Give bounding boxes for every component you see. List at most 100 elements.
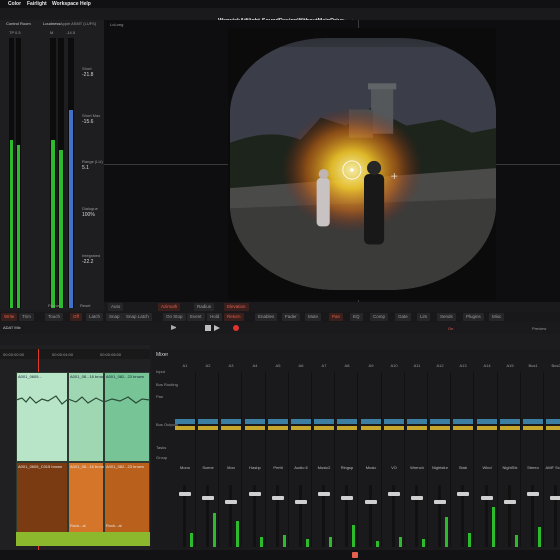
mode-pan[interactable]: Pan [329,313,344,321]
mode-hold[interactable]: Hold [207,313,223,321]
fader-knob[interactable] [249,492,261,496]
play-icon[interactable] [214,325,220,331]
menu-color[interactable]: Color [8,1,21,7]
waveform-top [16,395,150,405]
fader-knob[interactable] [388,492,400,496]
mode-event[interactable]: Event [187,313,205,321]
loudness-mode[interactable]: Apple ASMT (LUFS) [60,21,96,26]
mode-off[interactable]: Off [70,313,82,321]
tp-value: 0.5 [15,30,21,35]
bus-tag[interactable] [384,426,404,430]
bus-tag[interactable] [523,426,543,430]
clip-top-2[interactable]: A001_08...16 brown [68,372,106,462]
mode-fader[interactable]: Fader [282,313,300,321]
record-icon[interactable] [233,325,239,331]
fader-knob[interactable] [272,496,284,500]
fader-knob[interactable] [179,492,191,496]
fairlight-page-icon[interactable] [352,552,358,558]
track-select[interactable]: ADAT Mix [3,325,21,330]
bus-tag[interactable] [407,426,427,430]
rewind-icon[interactable] [171,325,176,330]
bus-output-slot[interactable] [384,419,404,424]
mode-misc[interactable]: Misc [489,313,505,321]
bus-tag[interactable] [430,426,450,430]
fader-knob[interactable] [341,496,353,500]
bus-tag[interactable] [453,426,473,430]
panner-view[interactable] [228,28,496,300]
fader-knob[interactable] [318,492,330,496]
bus-output-slot[interactable] [268,419,288,424]
bus-output-slot[interactable] [430,419,450,424]
preview-button[interactable]: Preview [532,326,546,331]
bus-output-slot[interactable] [291,419,311,424]
bus-tag[interactable] [337,426,357,430]
fader-track [229,485,232,547]
mode-plugins[interactable]: Plugins [463,313,484,321]
bus-output-slot[interactable] [361,419,381,424]
fader-knob[interactable] [411,496,423,500]
clip-top-3[interactable]: A001_082...23 brown [104,372,150,462]
mode-sends[interactable]: Sends [437,313,456,321]
bus-output-slot[interactable] [546,419,560,424]
bus-tag[interactable] [291,426,311,430]
menu-help[interactable]: Help [80,1,91,7]
bus-output-slot[interactable] [314,419,334,424]
on-toggle[interactable]: On [448,326,453,331]
clip-top-1[interactable]: A001_0605... [16,372,68,462]
fader-knob[interactable] [504,500,516,504]
mode-latch[interactable]: Latch [86,313,104,321]
fader-knob[interactable] [295,500,307,504]
bus-output-slot[interactable] [221,419,241,424]
mode-enables[interactable]: Enables [255,313,278,321]
bus-output-slot[interactable] [337,419,357,424]
bus-tag[interactable] [268,426,288,430]
bus-tag[interactable] [175,426,195,430]
bus-tag[interactable] [361,426,381,430]
bus-tag[interactable] [221,426,241,430]
stop-icon[interactable] [205,325,211,331]
mode-return[interactable]: Return [224,313,244,321]
pause-button[interactable]: Pause [48,303,59,308]
tab-auto[interactable]: Auto [108,303,124,311]
mode-mute[interactable]: Mute [305,313,322,321]
mode-comp[interactable]: Comp [370,313,389,321]
fader-knob[interactable] [481,496,493,500]
fader-knob[interactable] [434,500,446,504]
tab-azimuth[interactable]: Azimuth [158,303,181,311]
mode-write[interactable]: Write [1,313,18,321]
bus-output-slot[interactable] [453,419,473,424]
bus-output-slot[interactable] [245,419,265,424]
bus-tag[interactable] [314,426,334,430]
bus-output-slot[interactable] [523,419,543,424]
menu-fairlight[interactable]: Fairlight [27,1,47,7]
tab-radius[interactable]: Radius [194,303,215,311]
fader-knob[interactable] [365,500,377,504]
bus-tag[interactable] [198,426,218,430]
fader-knob[interactable] [550,496,560,500]
mode-eq[interactable]: EQ [350,313,363,321]
bus-output-slot[interactable] [477,419,497,424]
bus-tag[interactable] [546,426,560,430]
timeline-ruler[interactable]: 00:00:00:00 00:00:04:00 00:00:08:00 [0,349,150,359]
bus-tag[interactable] [500,426,520,430]
tab-elevation[interactable]: Elevation [224,303,249,311]
mode-trim[interactable]: Trim [19,313,34,321]
fader-knob[interactable] [457,492,469,496]
mode-snap-latch[interactable]: Snap Latch [123,313,152,321]
fader-knob[interactable] [225,500,237,504]
mode-on-stop[interactable]: On Stop [163,313,186,321]
fader-knob[interactable] [527,492,539,496]
menu-workspace[interactable]: Workspace [52,1,79,7]
bus-output-slot[interactable] [500,419,520,424]
mode-touch[interactable]: Touch [45,313,64,321]
bus-output-slot[interactable] [175,419,195,424]
mode-snap[interactable]: Snap [106,313,123,321]
bus-output-slot[interactable] [198,419,218,424]
mode-gate[interactable]: Gate [395,313,411,321]
bus-output-slot[interactable] [407,419,427,424]
reset-button[interactable]: Reset [80,303,90,308]
mode-lim[interactable]: Lim [417,313,431,321]
bus-tag[interactable] [245,426,265,430]
bus-tag[interactable] [477,426,497,430]
fader-knob[interactable] [202,496,214,500]
